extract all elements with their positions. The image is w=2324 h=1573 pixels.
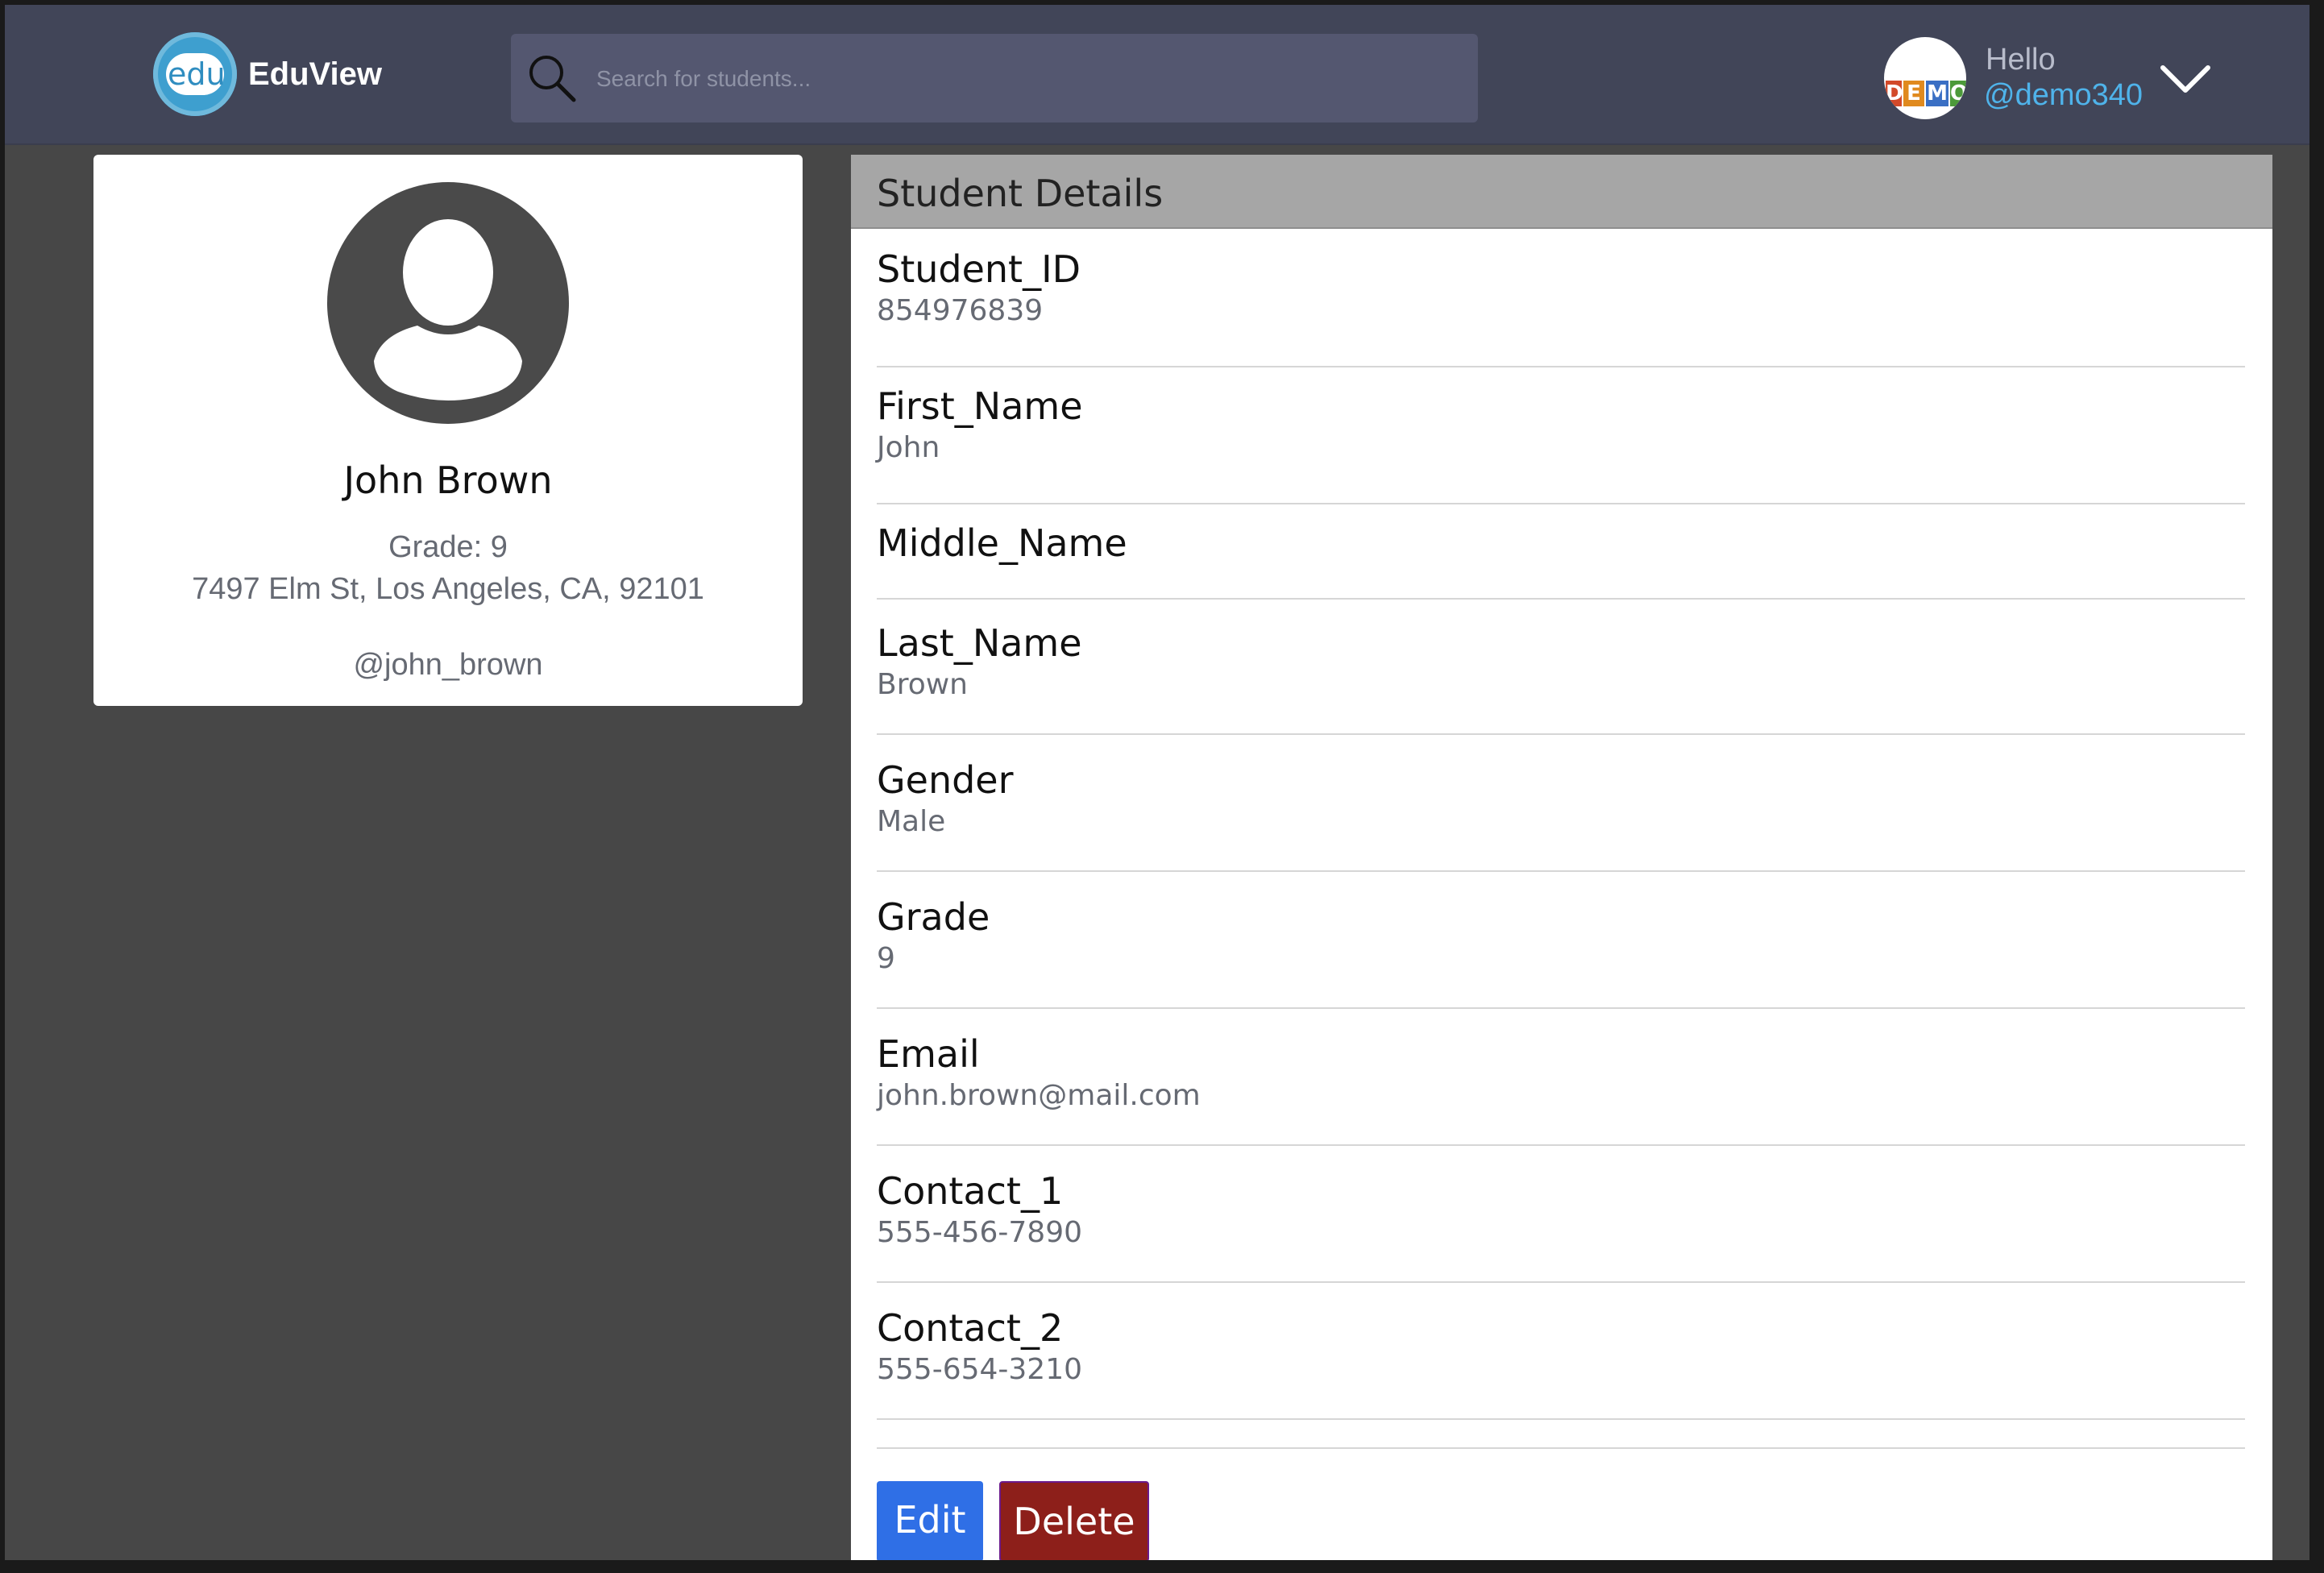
field-label: Contact_2: [877, 1306, 1064, 1350]
student-username: @john_brown: [353, 648, 543, 682]
search-icon[interactable]: [524, 50, 582, 108]
avatar-letter-d: D: [1886, 81, 1903, 106]
divider: [877, 1447, 2245, 1449]
field-first-name: First_Name John: [877, 382, 2245, 504]
field-email: Email john.brown@mail.com: [877, 1030, 2245, 1146]
field-label: Student_ID: [877, 247, 1081, 291]
search-input[interactable]: [595, 58, 1452, 100]
field-gender: Gender Male: [877, 756, 2245, 872]
field-value: 555-654-3210: [877, 1353, 1083, 1386]
avatar-letter-m: M: [1926, 81, 1948, 106]
eduview-logo[interactable]: edu: [153, 32, 237, 116]
delete-button[interactable]: Delete: [999, 1481, 1149, 1560]
student-name: John Brown: [343, 459, 553, 502]
avatar-letter-e: E: [1903, 81, 1924, 106]
user-avatar[interactable]: D E M O: [1884, 37, 1966, 119]
student-profile-card: John Brown Grade: 9 7497 Elm St, Los Ang…: [93, 155, 803, 706]
field-value: Brown: [877, 668, 968, 701]
field-contact-1: Contact_1 555-456-7890: [877, 1167, 2245, 1283]
field-grade: Grade 9: [877, 893, 2245, 1009]
field-label: Email: [877, 1032, 980, 1076]
edit-button[interactable]: Edit: [877, 1481, 983, 1560]
field-label: Grade: [877, 895, 990, 939]
app-window: edu EduView D E M O Hello @demo340 John: [5, 5, 2309, 1560]
student-address: 7497 Elm St, Los Angeles, CA, 92101: [192, 572, 704, 606]
details-header: Student Details: [851, 155, 2272, 229]
avatar-letter-o: O: [1950, 81, 1966, 106]
logo-text: edu: [168, 56, 226, 92]
student-details-panel: Student Details Student_ID 854976839 Fir…: [851, 155, 2272, 1560]
top-navbar: edu EduView D E M O Hello @demo340: [5, 5, 2309, 145]
field-label: Last_Name: [877, 621, 1082, 665]
field-last-name: Last_Name Brown: [877, 619, 2245, 735]
greeting-text: Hello: [1986, 43, 2056, 77]
field-value: john.brown@mail.com: [877, 1079, 1201, 1112]
student-grade: Grade: 9: [388, 530, 508, 564]
field-label: Contact_1: [877, 1169, 1064, 1213]
username-link[interactable]: @demo340: [1984, 77, 2143, 113]
field-student-id: Student_ID 854976839: [877, 245, 2245, 367]
field-value: 555-456-7890: [877, 1216, 1083, 1249]
user-placeholder-icon: [327, 182, 569, 424]
field-contact-2: Contact_2 555-654-3210: [877, 1304, 2245, 1420]
field-value: Male: [877, 805, 946, 838]
field-value: John: [877, 431, 940, 464]
search-bar[interactable]: [511, 34, 1478, 122]
field-value: 854976839: [877, 294, 1044, 327]
brand-name[interactable]: EduView: [248, 55, 382, 93]
field-label: Middle_Name: [877, 521, 1127, 565]
details-title: Student Details: [877, 172, 1164, 215]
chevron-down-icon[interactable]: [2158, 61, 2213, 97]
field-value: 9: [877, 942, 895, 975]
field-label: Gender: [877, 758, 1014, 802]
field-label: First_Name: [877, 384, 1083, 428]
field-middle-name: Middle_Name: [877, 519, 2245, 600]
